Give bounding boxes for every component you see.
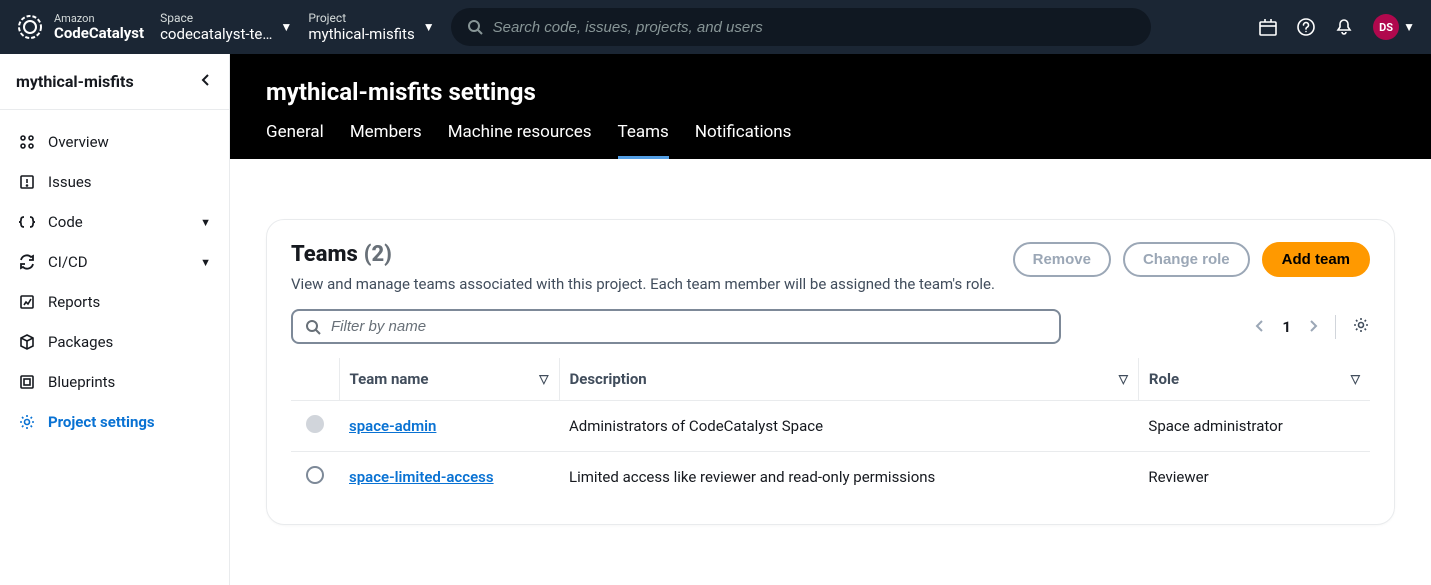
nav-label: Reports <box>48 293 100 311</box>
page-number: 1 <box>1282 318 1291 336</box>
search-icon <box>467 19 483 35</box>
logo[interactable]: Amazon CodeCatalyst <box>16 13 144 42</box>
page-header: mythical-misfits settings General Member… <box>230 54 1431 159</box>
nav-label: Overview <box>48 133 109 151</box>
expand-icon: ▼ <box>200 216 211 229</box>
project-label: Project <box>308 11 414 25</box>
sidebar-item-cicd[interactable]: CI/CD ▼ <box>0 242 229 282</box>
sidebar-title: mythical-misfits <box>16 72 134 91</box>
tab-notifications[interactable]: Notifications <box>695 122 792 159</box>
row-radio[interactable] <box>306 466 324 484</box>
sort-icon: ▽ <box>1119 372 1128 386</box>
team-link[interactable]: space-limited-access <box>349 468 494 486</box>
space-label: Space <box>160 11 272 25</box>
sidebar-item-reports[interactable]: Reports <box>0 282 229 322</box>
nav-label: Packages <box>48 333 113 351</box>
issues-icon <box>18 174 36 190</box>
table-row: space-limited-access Limited access like… <box>291 452 1370 503</box>
nav-label: Code <box>48 213 83 231</box>
sidebar-item-overview[interactable]: Overview <box>0 122 229 162</box>
team-role: Reviewer <box>1138 452 1370 503</box>
sidebar-item-blueprints[interactable]: Blueprints <box>0 362 229 402</box>
sort-icon: ▽ <box>539 372 548 386</box>
prev-page-icon[interactable] <box>1254 317 1266 336</box>
divider <box>1335 315 1336 339</box>
brand-top: Amazon <box>54 13 144 25</box>
page-tabs: General Members Machine resources Teams … <box>266 122 1395 159</box>
reports-icon <box>18 294 36 310</box>
tab-teams[interactable]: Teams <box>618 122 669 159</box>
main-content: mythical-misfits settings General Member… <box>230 54 1431 585</box>
avatar: DS <box>1373 14 1399 40</box>
project-selector[interactable]: Project mythical-misfits ▼ <box>308 11 434 43</box>
next-page-icon[interactable] <box>1307 317 1319 336</box>
panel-count: (2) <box>364 242 392 267</box>
panel-title: Teams <box>291 242 358 267</box>
search-icon <box>305 319 321 335</box>
global-search[interactable] <box>451 8 1151 46</box>
nav-label: Blueprints <box>48 373 115 391</box>
column-role[interactable]: Role▽ <box>1138 358 1370 401</box>
sidebar-item-project-settings[interactable]: Project settings <box>0 402 229 442</box>
change-role-button[interactable]: Change role <box>1123 242 1250 277</box>
team-description: Limited access like reviewer and read-on… <box>559 452 1138 503</box>
project-value: mythical-misfits <box>308 25 414 43</box>
row-radio[interactable] <box>306 415 324 433</box>
help-icon[interactable] <box>1297 18 1315 36</box>
column-team-name[interactable]: Team name▽ <box>339 358 559 401</box>
caret-down-icon: ▼ <box>280 20 292 34</box>
nav-label: Issues <box>48 173 92 191</box>
apps-icon[interactable] <box>1259 18 1277 36</box>
search-input[interactable] <box>493 19 1135 36</box>
top-nav: Amazon CodeCatalyst Space codecatalyst-t… <box>0 0 1431 54</box>
table-settings-icon[interactable] <box>1352 316 1370 338</box>
column-description[interactable]: Description▽ <box>559 358 1138 401</box>
filter-field[interactable] <box>291 309 1061 344</box>
nav-label: Project settings <box>48 413 155 431</box>
filter-input[interactable] <box>331 318 1047 335</box>
packages-icon <box>18 334 36 350</box>
sidebar: mythical-misfits Overview Issues Code ▼ … <box>0 54 230 585</box>
column-select <box>291 358 339 401</box>
sidebar-item-packages[interactable]: Packages <box>0 322 229 362</box>
table-row: space-admin Administrators of CodeCataly… <box>291 401 1370 452</box>
space-selector[interactable]: Space codecatalyst-te… ▼ <box>160 11 292 43</box>
teams-panel: Teams (2) View and manage teams associat… <box>266 219 1395 525</box>
team-role: Space administrator <box>1138 401 1370 452</box>
notifications-icon[interactable] <box>1335 18 1353 36</box>
team-link[interactable]: space-admin <box>349 417 436 435</box>
sort-icon: ▽ <box>1351 372 1360 386</box>
pagination: 1 <box>1254 315 1370 339</box>
user-menu[interactable]: DS ▼ <box>1373 14 1415 40</box>
caret-down-icon: ▼ <box>423 20 435 34</box>
nav-label: CI/CD <box>48 253 88 271</box>
tab-general[interactable]: General <box>266 122 324 159</box>
cicd-icon <box>18 254 36 270</box>
remove-button[interactable]: Remove <box>1013 242 1111 277</box>
code-icon <box>18 214 36 230</box>
expand-icon: ▼ <box>200 256 211 269</box>
page-title: mythical-misfits settings <box>266 78 1395 106</box>
codecatalyst-logo-icon <box>16 13 44 41</box>
settings-icon <box>18 414 36 430</box>
caret-down-icon: ▼ <box>1403 20 1415 34</box>
sidebar-collapse-icon[interactable] <box>199 72 213 91</box>
tab-members[interactable]: Members <box>350 122 422 159</box>
sidebar-item-issues[interactable]: Issues <box>0 162 229 202</box>
panel-description: View and manage teams associated with th… <box>291 275 997 293</box>
blueprints-icon <box>18 374 36 390</box>
add-team-button[interactable]: Add team <box>1262 242 1370 277</box>
tab-machine-resources[interactable]: Machine resources <box>448 122 592 159</box>
space-value: codecatalyst-te… <box>160 25 272 43</box>
teams-table: Team name▽ Description▽ Role▽ <box>291 358 1370 502</box>
team-description: Administrators of CodeCatalyst Space <box>559 401 1138 452</box>
brand-name: CodeCatalyst <box>54 25 144 42</box>
sidebar-item-code[interactable]: Code ▼ <box>0 202 229 242</box>
overview-icon <box>18 134 36 150</box>
